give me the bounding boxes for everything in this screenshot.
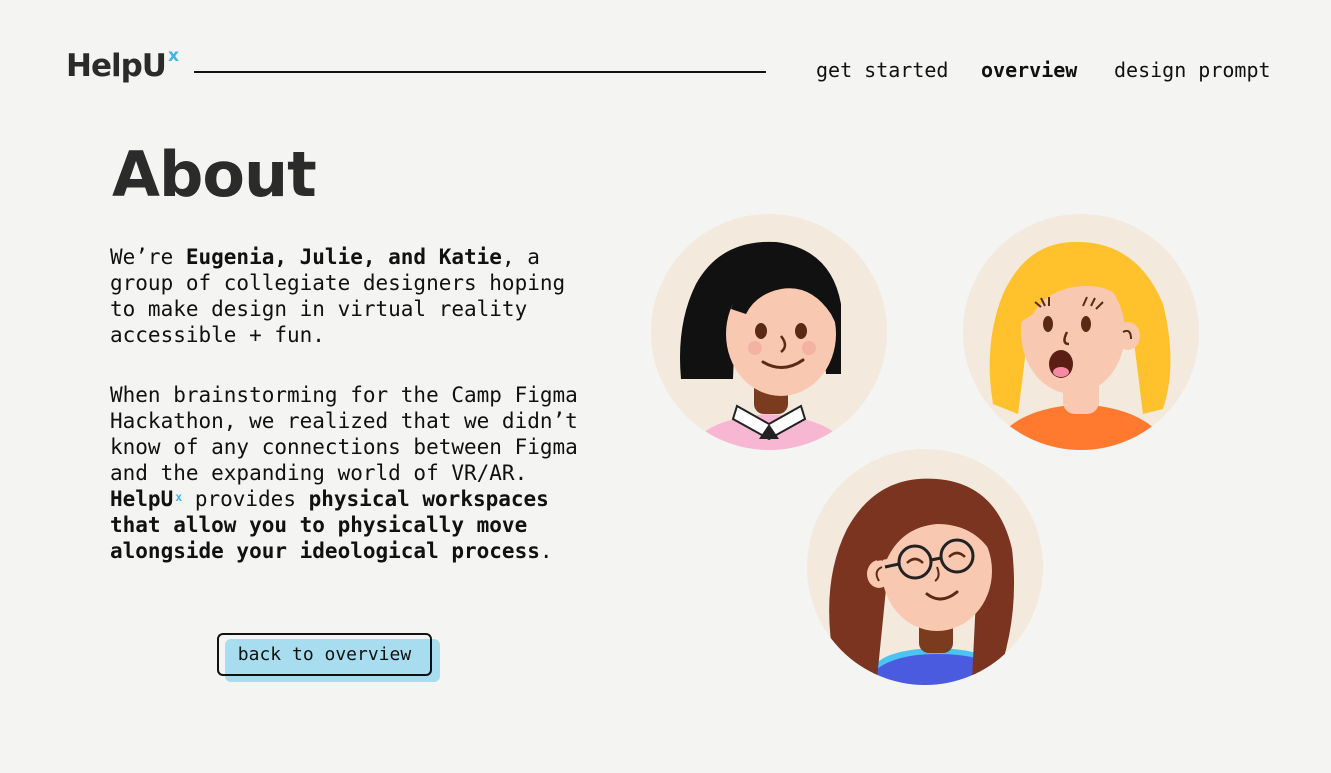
brand-superscript: x bbox=[175, 490, 183, 504]
description-text-b: provides bbox=[182, 487, 309, 511]
header-divider bbox=[194, 71, 766, 73]
team-names: Eugenia, Julie, and Katie bbox=[185, 245, 502, 269]
description-paragraph: When brainstorming for the Camp Figma Ha… bbox=[110, 382, 580, 564]
nav-get-started[interactable]: get started bbox=[816, 58, 948, 82]
description-text-c: . bbox=[539, 539, 553, 563]
brand-text: HelpU bbox=[110, 487, 174, 511]
avatar-katie bbox=[807, 449, 1043, 685]
logo[interactable]: HelpU x bbox=[66, 46, 179, 84]
avatar-eugenia bbox=[651, 214, 887, 450]
avatar-julie bbox=[963, 214, 1199, 450]
intro-text-a: We’re bbox=[110, 245, 186, 269]
description-text-a: When brainstorming for the Camp Figma Ha… bbox=[110, 383, 578, 485]
nav-design-prompt[interactable]: design prompt bbox=[1114, 58, 1271, 82]
logo-superscript: x bbox=[167, 46, 179, 66]
logo-text: HelpU bbox=[66, 48, 167, 84]
page-title: About bbox=[112, 138, 317, 211]
intro-paragraph: We’re Eugenia, Julie, and Katie, a group… bbox=[110, 244, 580, 348]
back-to-overview-button[interactable]: back to overview bbox=[217, 633, 432, 676]
nav-overview[interactable]: overview bbox=[981, 58, 1077, 82]
back-button-label: back to overview bbox=[237, 644, 412, 665]
back-button-wrapper: back to overview bbox=[217, 633, 440, 682]
brand-name: HelpU x bbox=[110, 487, 182, 511]
